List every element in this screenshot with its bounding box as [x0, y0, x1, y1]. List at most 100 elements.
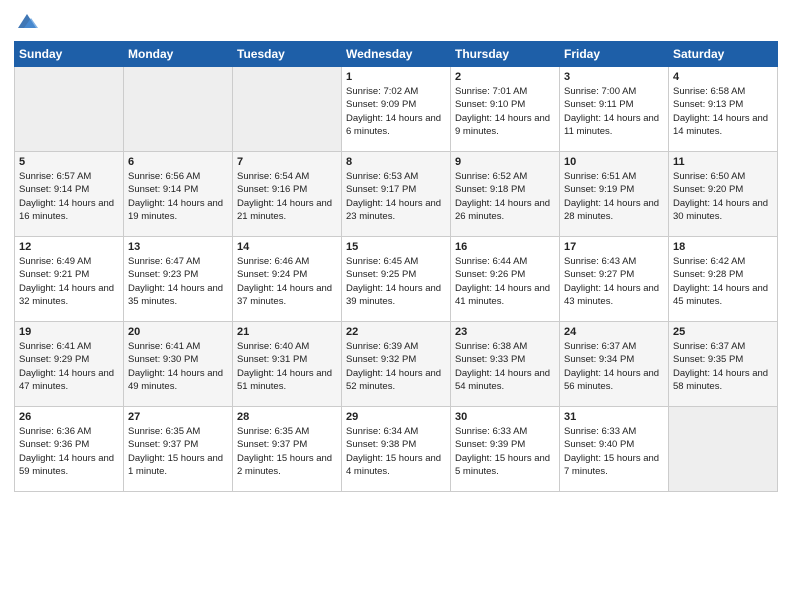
day-number: 24	[564, 326, 664, 338]
day-number: 6	[128, 156, 228, 168]
calendar-cell: 18 Sunrise: 6:42 AMSunset: 9:28 PMDayligh…	[669, 237, 778, 322]
day-info: Sunrise: 6:53 AMSunset: 9:17 PMDaylight:…	[346, 171, 441, 222]
day-info: Sunrise: 6:50 AMSunset: 9:20 PMDaylight:…	[673, 171, 768, 222]
day-number: 25	[673, 326, 773, 338]
day-info: Sunrise: 6:51 AMSunset: 9:19 PMDaylight:…	[564, 171, 659, 222]
calendar-cell: 16 Sunrise: 6:44 AMSunset: 9:26 PMDayligh…	[451, 237, 560, 322]
day-info: Sunrise: 6:49 AMSunset: 9:21 PMDaylight:…	[19, 256, 114, 307]
day-number: 29	[346, 411, 446, 423]
calendar-cell: 2Sunrise: 7:01 AMSunset: 9:10 PMDaylight…	[451, 67, 560, 152]
day-info: Sunrise: 6:47 AMSunset: 9:23 PMDaylight:…	[128, 256, 223, 307]
day-number: 8	[346, 156, 446, 168]
calendar-cell: 1 Sunrise: 7:02 AMSunset: 9:09 PMDaylight…	[342, 67, 451, 152]
day-info: Sunrise: 7:02 AMSunset: 9:09 PMDaylight:…	[346, 86, 441, 137]
day-info: Sunrise: 6:35 AMSunset: 9:37 PMDaylight:…	[128, 426, 223, 477]
day-number: 4	[673, 71, 773, 83]
day-number: 16	[455, 241, 555, 253]
day-info: Sunrise: 6:41 AMSunset: 9:30 PMDaylight:…	[128, 341, 223, 392]
day-info: Sunrise: 6:56 AMSunset: 9:14 PMDaylight:…	[128, 171, 223, 222]
header	[14, 10, 778, 37]
day-number: 14	[237, 241, 337, 253]
day-number: 3	[564, 71, 664, 83]
calendar-cell: 14Sunrise: 6:46 AMSunset: 9:24 PMDayligh…	[233, 237, 342, 322]
calendar-cell: 23 Sunrise: 6:38 AMSunset: 9:33 PMDayligh…	[451, 322, 560, 407]
calendar-cell: 30 Sunrise: 6:33 AMSunset: 9:39 PMDayligh…	[451, 407, 560, 492]
calendar-cell	[233, 67, 342, 152]
day-of-week-header: Thursday	[451, 42, 560, 67]
calendar-table: SundayMondayTuesdayWednesdayThursdayFrid…	[14, 41, 778, 492]
calendar-cell: 13 Sunrise: 6:47 AMSunset: 9:23 PMDayligh…	[124, 237, 233, 322]
day-number: 30	[455, 411, 555, 423]
day-of-week-header: Sunday	[15, 42, 124, 67]
day-of-week-header: Monday	[124, 42, 233, 67]
day-number: 2	[455, 71, 555, 83]
day-number: 12	[19, 241, 119, 253]
day-info: Sunrise: 6:37 AMSunset: 9:34 PMDaylight:…	[564, 341, 659, 392]
day-number: 28	[237, 411, 337, 423]
day-info: Sunrise: 6:43 AMSunset: 9:27 PMDaylight:…	[564, 256, 659, 307]
page: SundayMondayTuesdayWednesdayThursdayFrid…	[0, 0, 792, 612]
day-info: Sunrise: 6:52 AMSunset: 9:18 PMDaylight:…	[455, 171, 550, 222]
day-number: 26	[19, 411, 119, 423]
calendar-cell: 7 Sunrise: 6:54 AMSunset: 9:16 PMDaylight…	[233, 152, 342, 237]
calendar-cell: 3 Sunrise: 7:00 AMSunset: 9:11 PMDaylight…	[560, 67, 669, 152]
day-of-week-header: Friday	[560, 42, 669, 67]
day-info: Sunrise: 6:35 AMSunset: 9:37 PMDaylight:…	[237, 426, 332, 477]
day-number: 5	[19, 156, 119, 168]
day-info: Sunrise: 6:37 AMSunset: 9:35 PMDaylight:…	[673, 341, 768, 392]
calendar-cell: 27 Sunrise: 6:35 AMSunset: 9:37 PMDayligh…	[124, 407, 233, 492]
day-number: 9	[455, 156, 555, 168]
day-info: Sunrise: 6:33 AMSunset: 9:39 PMDaylight:…	[455, 426, 550, 477]
day-number: 21	[237, 326, 337, 338]
day-of-week-header: Tuesday	[233, 42, 342, 67]
calendar-cell: 9 Sunrise: 6:52 AMSunset: 9:18 PMDaylight…	[451, 152, 560, 237]
day-of-week-header: Saturday	[669, 42, 778, 67]
day-info: Sunrise: 6:54 AMSunset: 9:16 PMDaylight:…	[237, 171, 332, 222]
day-number: 7	[237, 156, 337, 168]
day-info: Sunrise: 7:00 AMSunset: 9:11 PMDaylight:…	[564, 86, 659, 137]
calendar-cell: 15 Sunrise: 6:45 AMSunset: 9:25 PMDayligh…	[342, 237, 451, 322]
calendar-cell: 26 Sunrise: 6:36 AMSunset: 9:36 PMDayligh…	[15, 407, 124, 492]
calendar-cell: 6 Sunrise: 6:56 AMSunset: 9:14 PMDaylight…	[124, 152, 233, 237]
day-info: Sunrise: 6:44 AMSunset: 9:26 PMDaylight:…	[455, 256, 550, 307]
calendar-week-row: 1 Sunrise: 7:02 AMSunset: 9:09 PMDaylight…	[15, 67, 778, 152]
day-info: Sunrise: 6:41 AMSunset: 9:29 PMDaylight:…	[19, 341, 114, 392]
calendar-cell: 31 Sunrise: 6:33 AMSunset: 9:40 PMDayligh…	[560, 407, 669, 492]
calendar-week-row: 26 Sunrise: 6:36 AMSunset: 9:36 PMDayligh…	[15, 407, 778, 492]
day-info: Sunrise: 6:33 AMSunset: 9:40 PMDaylight:…	[564, 426, 659, 477]
calendar-cell: 4 Sunrise: 6:58 AMSunset: 9:13 PMDaylight…	[669, 67, 778, 152]
calendar-cell: 21Sunrise: 6:40 AMSunset: 9:31 PMDayligh…	[233, 322, 342, 407]
day-number: 23	[455, 326, 555, 338]
calendar-cell: 8 Sunrise: 6:53 AMSunset: 9:17 PMDaylight…	[342, 152, 451, 237]
day-info: Sunrise: 6:38 AMSunset: 9:33 PMDaylight:…	[455, 341, 550, 392]
day-number: 10	[564, 156, 664, 168]
day-number: 13	[128, 241, 228, 253]
calendar-cell: 19 Sunrise: 6:41 AMSunset: 9:29 PMDayligh…	[15, 322, 124, 407]
day-number: 1	[346, 71, 446, 83]
day-info: Sunrise: 6:57 AMSunset: 9:14 PMDaylight:…	[19, 171, 114, 222]
day-info: Sunrise: 6:42 AMSunset: 9:28 PMDaylight:…	[673, 256, 768, 307]
logo-icon	[16, 10, 38, 37]
logo	[14, 14, 38, 37]
calendar-cell: 5 Sunrise: 6:57 AMSunset: 9:14 PMDaylight…	[15, 152, 124, 237]
day-number: 22	[346, 326, 446, 338]
day-number: 20	[128, 326, 228, 338]
calendar-cell	[669, 407, 778, 492]
day-number: 31	[564, 411, 664, 423]
day-of-week-header: Wednesday	[342, 42, 451, 67]
calendar-body: 1 Sunrise: 7:02 AMSunset: 9:09 PMDaylight…	[15, 67, 778, 492]
calendar-cell: 22Sunrise: 6:39 AMSunset: 9:32 PMDayligh…	[342, 322, 451, 407]
day-info: Sunrise: 6:58 AMSunset: 9:13 PMDaylight:…	[673, 86, 768, 137]
calendar-week-row: 5 Sunrise: 6:57 AMSunset: 9:14 PMDaylight…	[15, 152, 778, 237]
calendar-cell: 17Sunrise: 6:43 AMSunset: 9:27 PMDayligh…	[560, 237, 669, 322]
day-number: 15	[346, 241, 446, 253]
day-info: Sunrise: 6:34 AMSunset: 9:38 PMDaylight:…	[346, 426, 441, 477]
day-number: 18	[673, 241, 773, 253]
calendar-cell	[15, 67, 124, 152]
day-number: 27	[128, 411, 228, 423]
day-info: Sunrise: 6:45 AMSunset: 9:25 PMDaylight:…	[346, 256, 441, 307]
calendar-week-row: 12 Sunrise: 6:49 AMSunset: 9:21 PMDayligh…	[15, 237, 778, 322]
calendar-cell: 29 Sunrise: 6:34 AMSunset: 9:38 PMDayligh…	[342, 407, 451, 492]
day-info: Sunrise: 6:36 AMSunset: 9:36 PMDaylight:…	[19, 426, 114, 477]
day-number: 19	[19, 326, 119, 338]
